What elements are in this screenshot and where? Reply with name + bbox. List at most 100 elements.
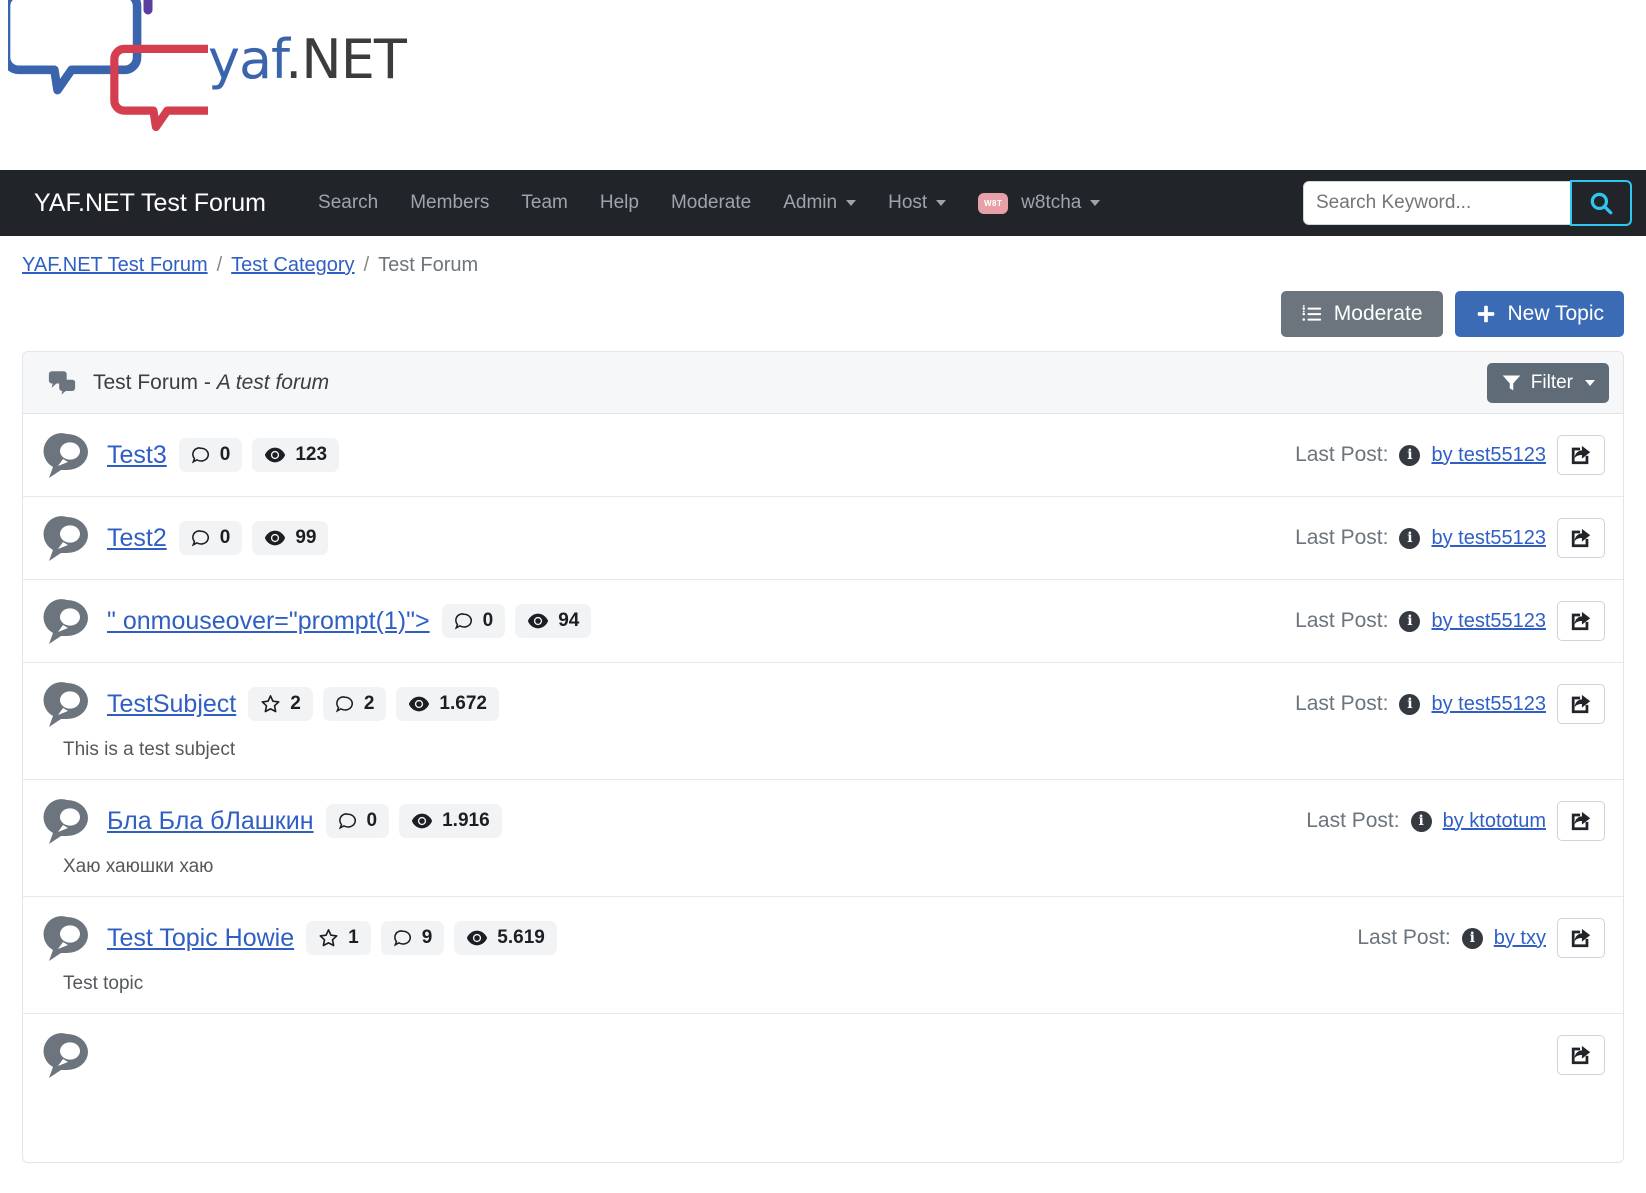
chevron-down-icon: [1090, 200, 1101, 206]
last-post-author-link[interactable]: by test55123: [1431, 527, 1546, 550]
topic-title-link[interactable]: Бла Бла бЛашкин: [107, 807, 314, 836]
comment-icon: [454, 612, 472, 630]
stars-badge: 1: [306, 921, 371, 955]
navbar-search-group: [1303, 180, 1646, 226]
nav-link-help[interactable]: Help: [584, 184, 655, 222]
stars-badge: 2: [248, 687, 313, 721]
last-post-author-link[interactable]: by txy: [1494, 927, 1546, 950]
forum-card-header: Test Forum - A test forum Filter: [23, 352, 1623, 414]
views-badge: 1.672: [396, 687, 499, 721]
filter-button[interactable]: Filter: [1486, 362, 1609, 403]
chevron-down-icon: [1585, 379, 1595, 386]
navbar-brand[interactable]: YAF.NET Test Forum: [34, 189, 266, 218]
main-navbar: YAF.NET Test Forum Search Members Team H…: [0, 170, 1646, 236]
replies-badge: 0: [178, 521, 243, 555]
logo-wordmark: yaf.NET: [208, 28, 407, 91]
breadcrumb-separator: /: [363, 254, 370, 276]
breadcrumb-item-category[interactable]: Test Category: [231, 254, 354, 277]
eye-icon: [528, 613, 549, 629]
nav-link-admin[interactable]: Admin: [767, 184, 872, 222]
nav-link-host[interactable]: Host: [872, 184, 962, 222]
nav-user-menu[interactable]: W8T w8tcha: [962, 184, 1116, 222]
new-topic-button-label: New Topic: [1507, 302, 1605, 325]
nav-link-search[interactable]: Search: [302, 184, 394, 222]
navbar-links: Search Members Team Help Moderate Admin …: [302, 184, 1116, 222]
last-post-author-link[interactable]: by test55123: [1431, 693, 1546, 716]
topic-last-post: Last Post: i by test55123: [1295, 684, 1605, 724]
chevron-down-icon: [846, 200, 857, 206]
forum-action-bar: Moderate New Topic: [0, 277, 1646, 337]
views-badge: 99: [252, 521, 329, 555]
info-icon[interactable]: i: [1399, 610, 1421, 632]
task-list-icon: [1302, 305, 1321, 321]
nav-link-moderate[interactable]: Moderate: [655, 184, 767, 222]
topic-title-link[interactable]: Test3: [107, 441, 167, 470]
views-count: 1.916: [442, 810, 490, 831]
plus-icon: [1477, 305, 1494, 323]
topic-description: This is a test subject: [63, 739, 236, 760]
replies-badge: 0: [325, 804, 390, 838]
topic-row[interactable]: [23, 1014, 1623, 1096]
share-icon: [1571, 611, 1591, 631]
info-icon[interactable]: i: [1410, 810, 1432, 832]
topic-badges: 0 1.916: [325, 804, 502, 838]
last-post-author-link[interactable]: by test55123: [1431, 610, 1546, 633]
share-button[interactable]: [1557, 435, 1605, 475]
moderate-button[interactable]: Moderate: [1280, 291, 1443, 337]
search-input[interactable]: [1303, 181, 1571, 225]
share-button[interactable]: [1557, 601, 1605, 641]
topic-title-link[interactable]: Test Topic Howie: [107, 924, 294, 953]
forum-title-text: Test Forum: [93, 370, 199, 394]
comment-icon: [191, 446, 209, 464]
nav-link-members[interactable]: Members: [394, 184, 505, 222]
last-post-label: Last Post:: [1357, 926, 1451, 949]
share-icon: [1571, 928, 1591, 948]
topic-title-link[interactable]: " onmouseover="prompt(1)">: [107, 607, 430, 636]
last-post-author-link[interactable]: by test55123: [1431, 444, 1546, 467]
topic-comment-icon: [43, 1033, 88, 1078]
topic-row[interactable]: Бла Бла бЛашкин 0 1.916 Last Post: i by …: [23, 780, 1623, 897]
last-post-author-link[interactable]: by ktototum: [1443, 810, 1546, 833]
forum-title-dash: -: [198, 370, 217, 394]
share-icon: [1571, 528, 1591, 548]
info-icon[interactable]: i: [1399, 527, 1421, 549]
eye-icon: [412, 813, 433, 829]
views-count: 5.619: [497, 927, 545, 948]
share-button[interactable]: [1557, 1035, 1605, 1075]
breadcrumb: YAF.NET Test Forum / Test Category / Tes…: [0, 236, 1646, 277]
info-icon[interactable]: i: [1461, 927, 1483, 949]
search-icon: [1590, 192, 1613, 215]
topic-row[interactable]: Test Topic Howie 1 9 5.619 Last Post: i …: [23, 897, 1623, 1014]
replies-count: 0: [219, 527, 231, 548]
info-icon[interactable]: i: [1399, 693, 1421, 715]
topic-title-link[interactable]: Test2: [107, 524, 167, 553]
eye-icon: [265, 447, 286, 463]
search-submit-button[interactable]: [1570, 180, 1632, 226]
new-topic-button[interactable]: New Topic: [1454, 291, 1624, 337]
topic-row[interactable]: Test3 0 123 Last Post: i by test55123: [23, 414, 1623, 497]
breadcrumb-item-forum-root[interactable]: YAF.NET Test Forum: [22, 254, 208, 277]
share-button[interactable]: [1557, 801, 1605, 841]
nav-link-team[interactable]: Team: [505, 184, 583, 222]
yafnet-logo-icon: [8, 0, 208, 132]
topic-title-link[interactable]: TestSubject: [107, 690, 236, 719]
topic-badges: 2 2 1.672: [248, 687, 499, 721]
logo-text-yaf: yaf: [208, 28, 286, 91]
logo-text-net: .NET: [285, 28, 407, 91]
star-icon: [261, 695, 280, 713]
info-icon[interactable]: i: [1399, 444, 1421, 466]
share-button[interactable]: [1557, 918, 1605, 958]
share-button[interactable]: [1557, 684, 1605, 724]
views-badge: 5.619: [454, 921, 557, 955]
comments-icon: [48, 370, 76, 395]
share-icon: [1571, 694, 1591, 714]
last-post-label: Last Post:: [1295, 443, 1389, 466]
topic-comment-icon: [43, 433, 88, 478]
topic-row[interactable]: " onmouseover="prompt(1)"> 0 94 Last Pos…: [23, 580, 1623, 663]
share-button[interactable]: [1557, 518, 1605, 558]
topic-comment-icon: [43, 599, 88, 644]
views-count: 123: [295, 444, 328, 465]
topic-row[interactable]: TestSubject 2 2 1.672 Last Post: i by te…: [23, 663, 1623, 780]
topic-badges: 0 123: [178, 438, 340, 472]
topic-row[interactable]: Test2 0 99 Last Post: i by test55123: [23, 497, 1623, 580]
